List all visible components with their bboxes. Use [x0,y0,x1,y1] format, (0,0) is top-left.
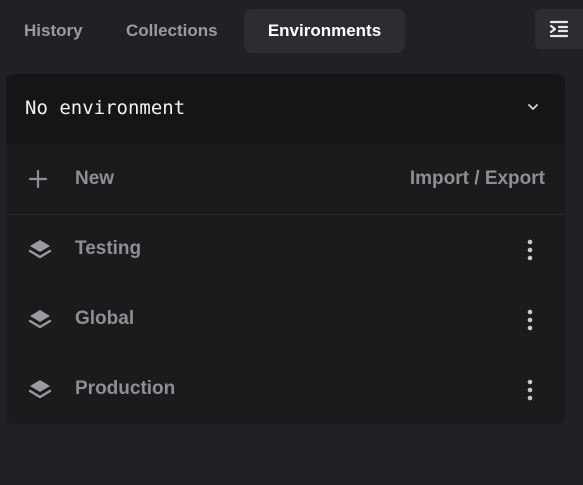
layers-icon [28,310,52,329]
environments-panel: No environment New Import / Export Testi… [6,74,565,424]
environment-list: Testing Global Production [6,215,565,424]
environment-options-button[interactable] [518,378,542,402]
environment-name: Production [75,378,176,399]
environment-name: Global [75,308,135,329]
tab-bar: History Collections Environments [0,0,583,62]
more-vertical-icon [527,379,533,401]
environment-selector[interactable]: No environment [6,74,565,144]
indent-menu-icon [549,20,569,38]
more-vertical-icon [527,309,533,331]
environment-options-button[interactable] [518,308,542,332]
new-environment-button[interactable]: New [6,144,186,214]
chevron-down-icon [528,104,538,110]
environment-name: Testing [75,238,142,259]
menu-toggle-button[interactable] [535,9,583,49]
environment-item-production[interactable]: Production [6,355,565,424]
import-export-button[interactable]: Import / Export [410,168,545,190]
more-vertical-icon [527,239,533,261]
layers-icon [28,380,52,399]
new-environment-label: New [75,168,115,189]
selected-environment: No environment [25,97,186,119]
environment-actions: New Import / Export [6,144,565,215]
tab-collections[interactable]: Collections [126,9,218,53]
environment-options-button[interactable] [518,238,542,262]
tab-history[interactable]: History [24,9,83,53]
environments-sidebar: History Collections Environments No envi… [0,0,583,485]
tab-environments[interactable]: Environments [244,9,405,53]
environment-item-global[interactable]: Global [6,285,565,355]
plus-icon [28,169,48,189]
environment-item-testing[interactable]: Testing [6,215,565,285]
layers-icon [28,240,52,259]
